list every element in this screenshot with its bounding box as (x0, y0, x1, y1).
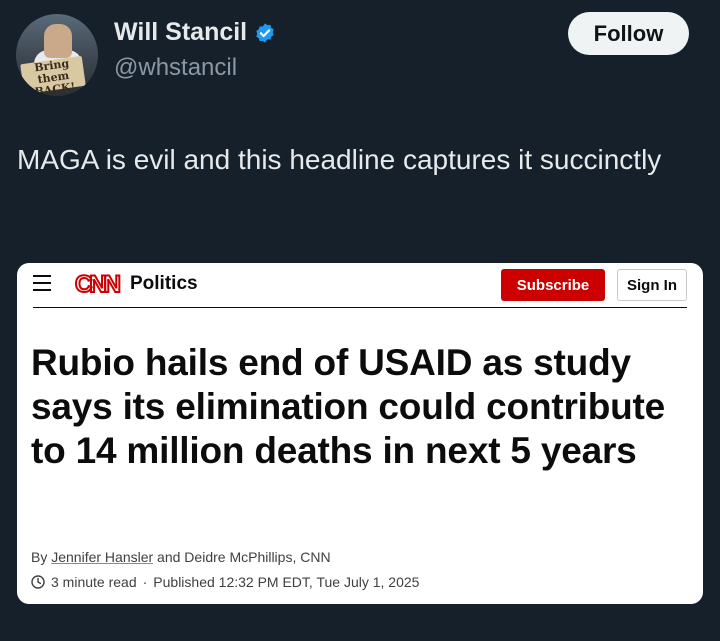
clock-icon (31, 575, 45, 589)
verified-badge-icon (256, 22, 274, 43)
author-name-row: Will Stancil (114, 18, 276, 47)
article-card[interactable]: CNN Politics Subscribe Sign In Rubio hai… (17, 263, 703, 604)
tweet-text: MAGA is evil and this headline captures … (17, 144, 662, 175)
avatar-face (44, 24, 72, 58)
avatar-sign: Bring them BACK! (20, 55, 86, 96)
avatar[interactable]: Bring them BACK! (16, 14, 98, 96)
user-handle[interactable]: @whstancil (114, 54, 237, 82)
hamburger-menu-icon[interactable] (33, 275, 51, 293)
sign-in-button[interactable]: Sign In (617, 269, 687, 301)
cnn-logo[interactable]: CNN (74, 270, 126, 298)
article-meta: 3 minute read · Published 12:32 PM EDT, … (31, 574, 419, 590)
subscribe-button[interactable]: Subscribe (501, 269, 605, 301)
read-time: 3 minute read (51, 574, 137, 590)
svg-text:CNN: CNN (75, 271, 120, 298)
byline-rest: and Deidre McPhillips, CNN (153, 549, 331, 565)
article-headline: Rubio hails end of USAID as study says i… (31, 342, 666, 471)
meta-separator: · (142, 574, 148, 590)
follow-button[interactable]: Follow (568, 12, 689, 55)
section-label[interactable]: Politics (130, 273, 198, 295)
byline-prefix: By (31, 549, 52, 565)
cnn-header: CNN Politics Subscribe Sign In (17, 263, 703, 309)
author-link[interactable]: Jennifer Hansler (51, 549, 153, 565)
display-name[interactable]: Will Stancil (114, 18, 247, 47)
byline: By Jennifer Hansler and Deidre McPhillip… (31, 549, 331, 565)
published-date: Published 12:32 PM EDT, Tue July 1, 2025 (153, 574, 420, 590)
header-divider (33, 307, 687, 308)
